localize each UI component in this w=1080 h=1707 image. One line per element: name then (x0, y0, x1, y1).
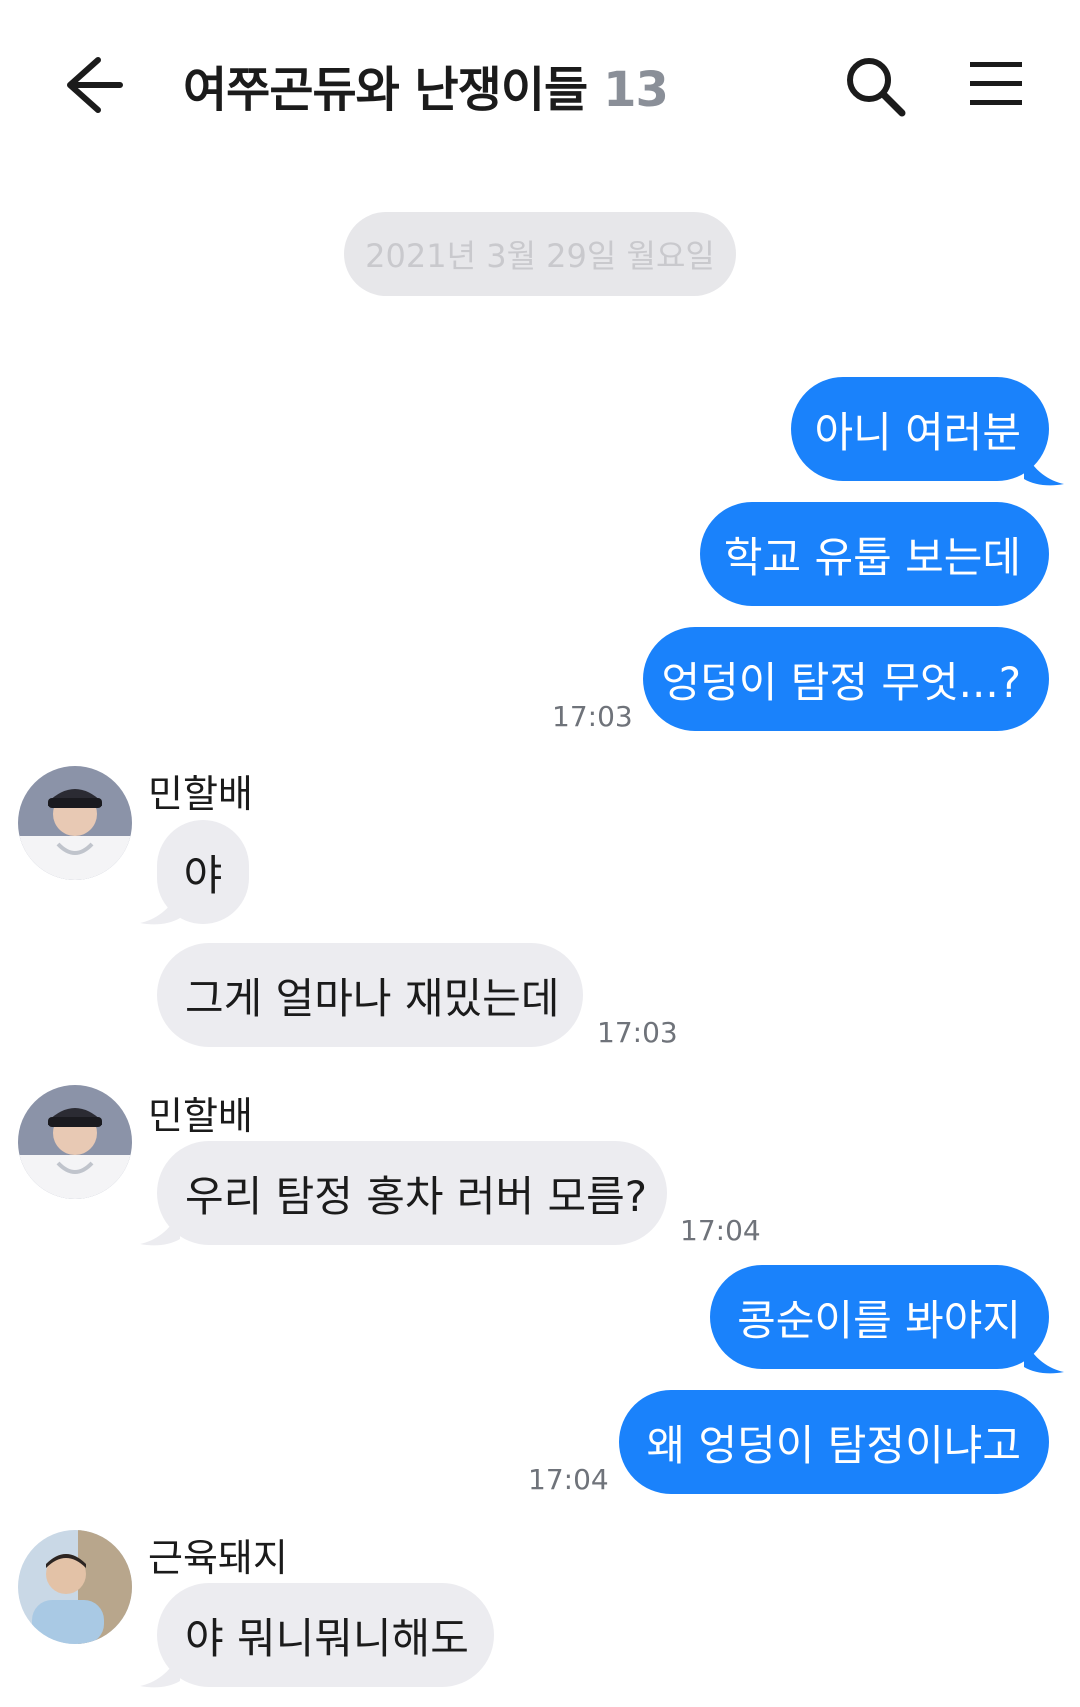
avatar[interactable] (18, 766, 132, 880)
outgoing-message[interactable]: 엉덩이 탐정 무엇...? (643, 627, 1049, 731)
message-text: 아니 여러분 (814, 407, 1021, 457)
sender-name: 민할배 (148, 772, 253, 816)
outgoing-message[interactable]: 왜 엉덩이 탐정이냐고 (619, 1390, 1049, 1494)
sender-name: 근육돼지 (148, 1536, 288, 1580)
outgoing-message[interactable]: 아니 여러분 (791, 377, 1049, 481)
sender-name: 민할배 (148, 1094, 253, 1138)
incoming-message[interactable]: 야 뭐니뭐니해도 (157, 1583, 494, 1687)
incoming-bubble-tail (140, 890, 180, 925)
chat-title: 여쭈곤듀와 난쟁이들 13 (183, 50, 669, 120)
menu-button[interactable] (966, 56, 1026, 112)
message-text: 콩순이를 봐야지 (737, 1295, 1021, 1345)
search-button[interactable] (840, 52, 910, 122)
profile-photo (18, 1530, 132, 1644)
incoming-message[interactable]: 그게 얼마나 재밌는데 (157, 943, 583, 1047)
message-text: 야 (183, 850, 223, 900)
incoming-bubble-tail (140, 1653, 180, 1688)
date-divider: 2021년 3월 29일 월요일 (344, 212, 736, 296)
outgoing-bubble-tail (1024, 1339, 1064, 1374)
message-text: 왜 엉덩이 탐정이냐고 (646, 1420, 1021, 1470)
chat-header: 여쭈곤듀와 난쟁이들 13 (0, 0, 1080, 170)
profile-photo (18, 1085, 132, 1199)
hamburger-menu-icon (970, 62, 1022, 105)
incoming-bubble-tail (140, 1211, 180, 1246)
timestamp: 17:04 (680, 1214, 761, 1247)
back-button[interactable] (58, 52, 128, 118)
message-text: 그게 얼마나 재밌는데 (185, 973, 560, 1023)
outgoing-bubble-tail (1024, 451, 1064, 486)
message-text: 엉덩이 탐정 무엇...? (661, 657, 1021, 707)
timestamp: 17:03 (552, 700, 633, 733)
avatar[interactable] (18, 1085, 132, 1199)
timestamp: 17:03 (597, 1016, 678, 1049)
room-name: 여쭈곤듀와 난쟁이들 (183, 62, 588, 118)
timestamp: 17:04 (528, 1463, 609, 1496)
message-text: 학교 유툽 보는데 (723, 532, 1021, 582)
member-count: 13 (603, 62, 669, 118)
message-text: 우리 탐정 홍차 러버 모름? (185, 1171, 648, 1221)
incoming-message[interactable]: 우리 탐정 홍차 러버 모름? (157, 1141, 667, 1245)
search-icon (847, 58, 906, 117)
outgoing-message[interactable]: 콩순이를 봐야지 (710, 1265, 1049, 1369)
profile-photo (18, 766, 132, 880)
outgoing-message[interactable]: 학교 유툽 보는데 (700, 502, 1049, 606)
arrow-left-icon (67, 57, 123, 113)
message-text: 야 뭐니뭐니해도 (185, 1613, 469, 1663)
avatar[interactable] (18, 1530, 132, 1644)
